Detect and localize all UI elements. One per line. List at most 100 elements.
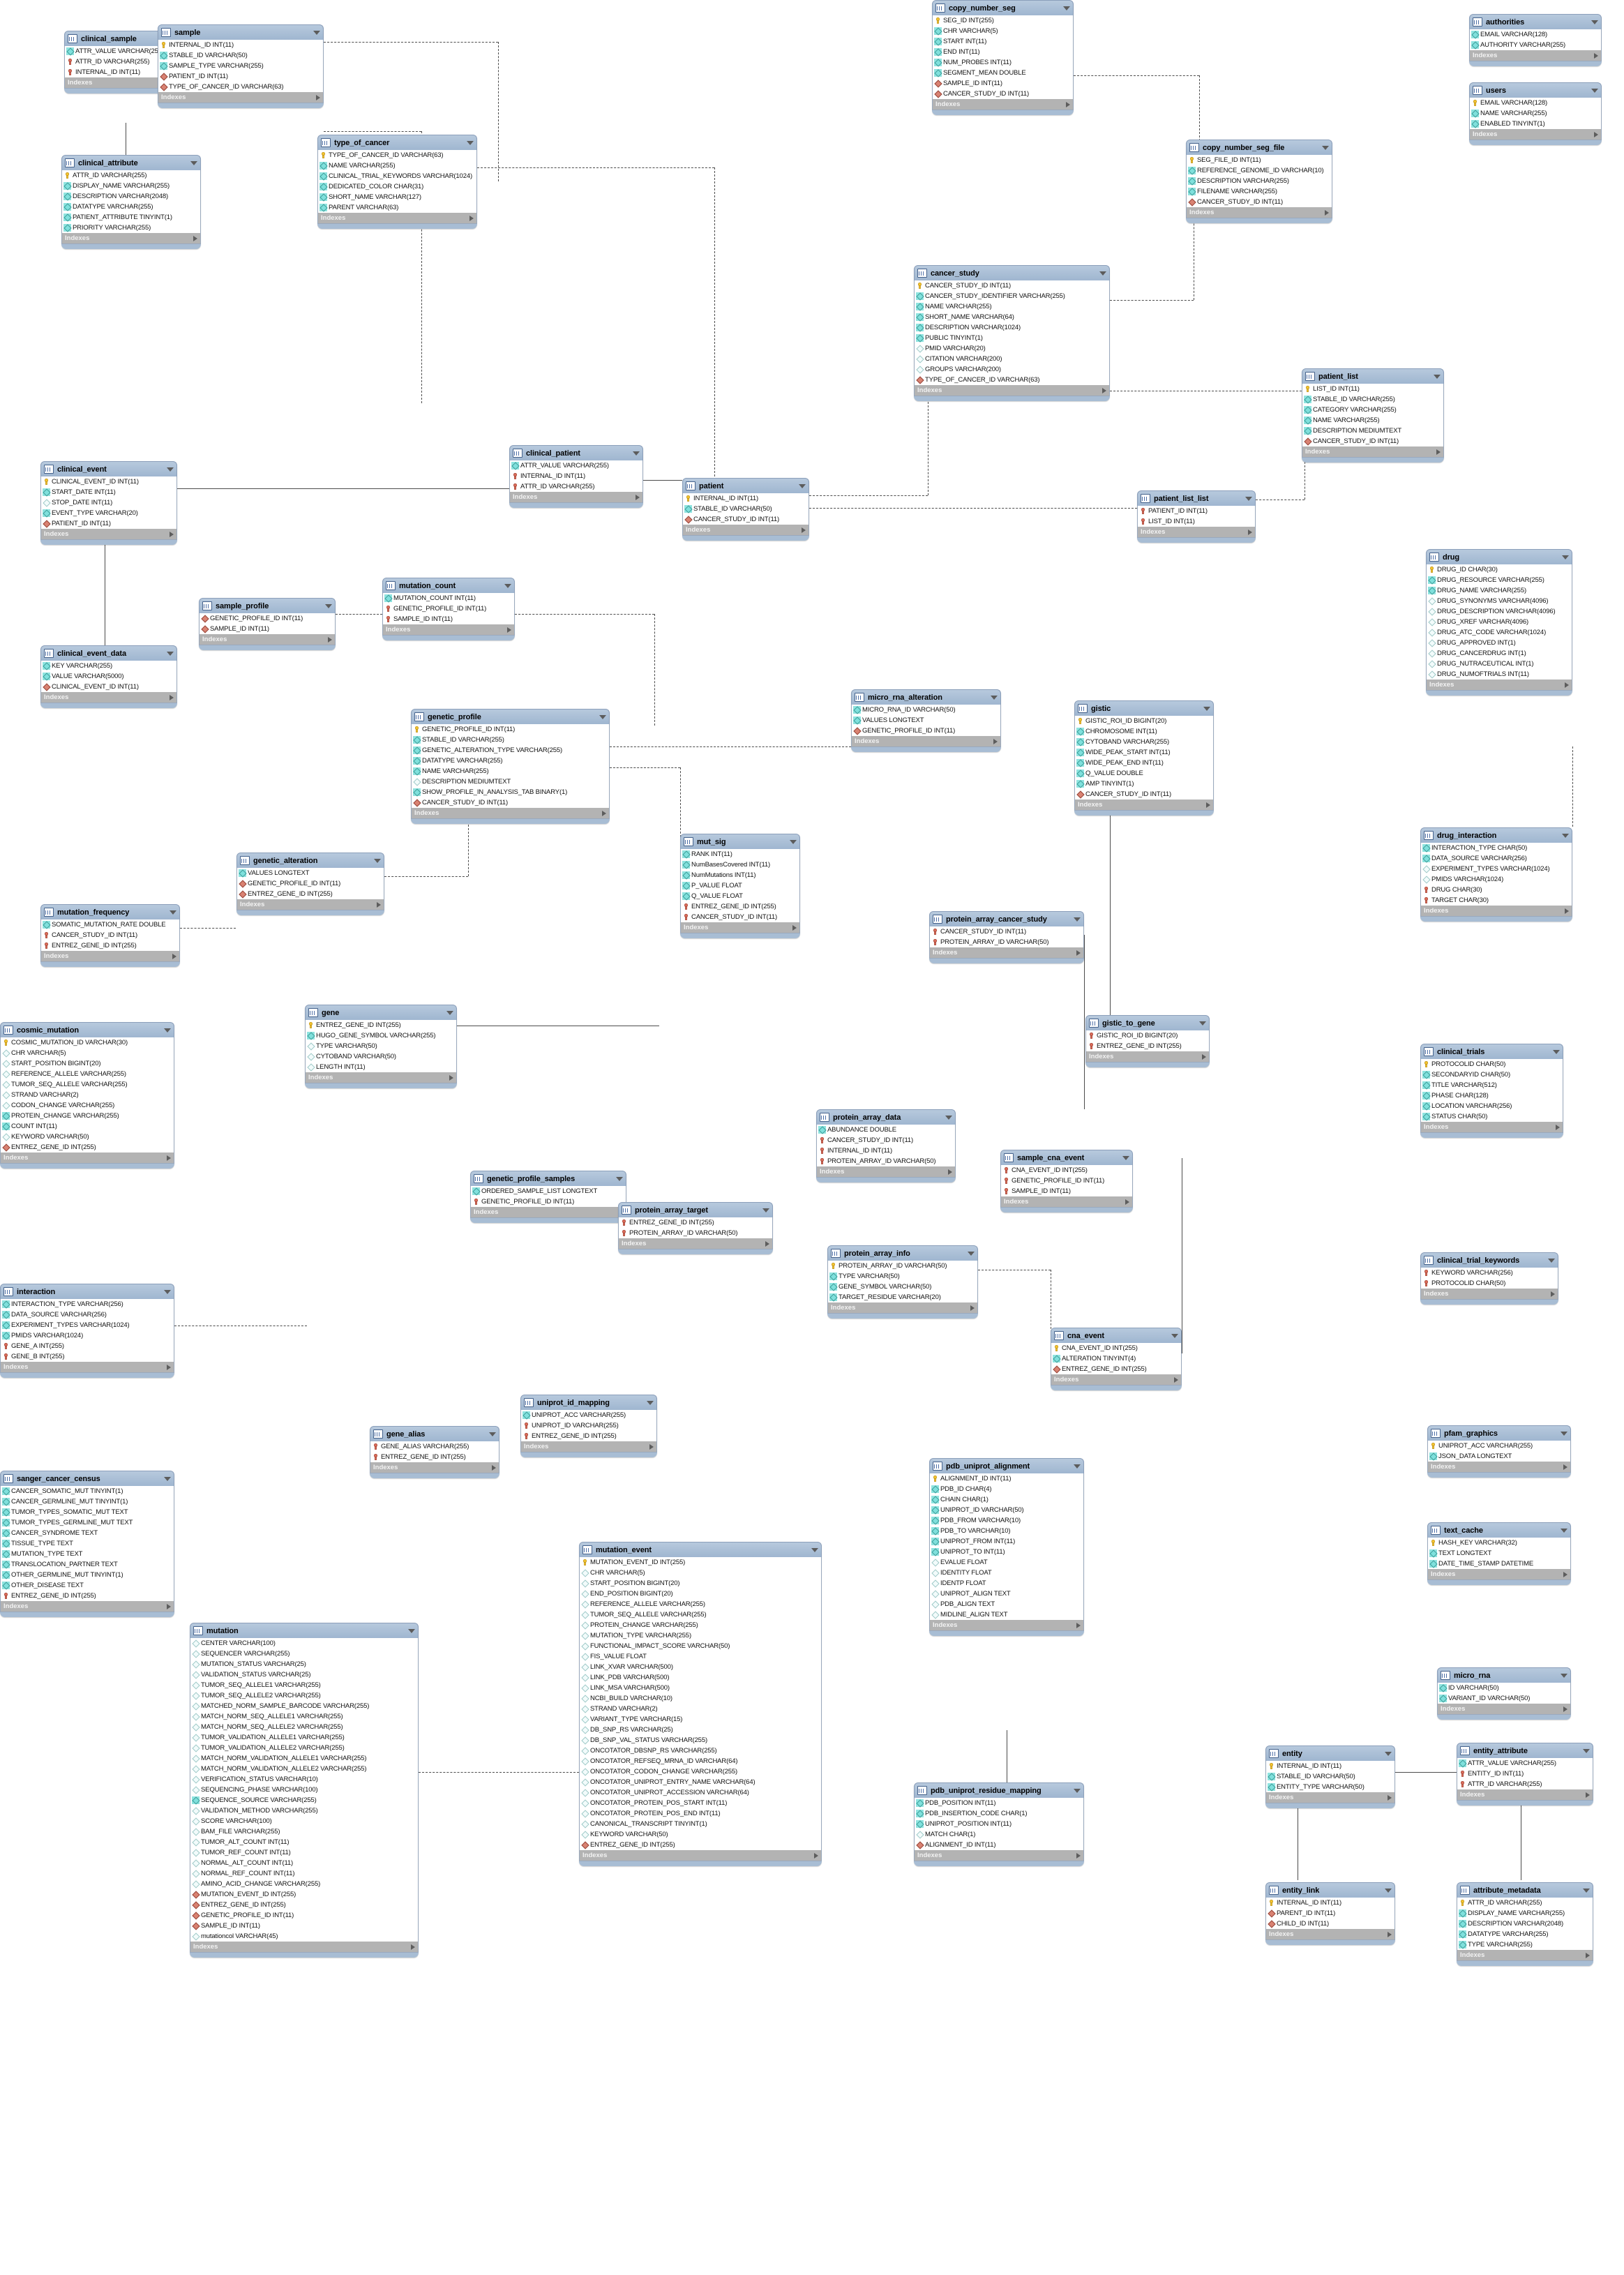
indexes-section[interactable]: Indexes — [520, 1441, 657, 1452]
table-column[interactable]: PRIORITY VARCHAR(255) — [62, 223, 200, 233]
table-column[interactable]: Q_VALUE DOUBLE — [1075, 768, 1213, 779]
table-header[interactable]: sample_profile — [199, 598, 336, 613]
table-column[interactable]: KEYWORD VARCHAR(50) — [1, 1132, 174, 1142]
indexes-section[interactable]: Indexes — [61, 233, 201, 244]
table-column[interactable]: ENABLED TINYINT(1) — [1470, 119, 1601, 129]
table-column[interactable]: VARIANT_ID VARCHAR(50) — [1438, 1693, 1570, 1704]
table-column[interactable]: ATTR_ID VARCHAR(255) — [510, 481, 642, 492]
chevron-down-icon[interactable] — [616, 1176, 623, 1181]
table-header[interactable]: users — [1469, 82, 1602, 98]
indexes-section[interactable]: Indexes — [618, 1238, 773, 1249]
expand-right-icon[interactable] — [328, 636, 332, 643]
table-header[interactable]: pdb_uniprot_residue_mapping — [914, 1782, 1084, 1798]
table-column[interactable]: INTERNAL_ID INT(11) — [1266, 1898, 1394, 1908]
table-header[interactable]: protein_array_info — [827, 1245, 978, 1261]
table-column[interactable]: ATTR_ID VARCHAR(255) — [1457, 1779, 1593, 1789]
table-header[interactable]: clinical_event — [40, 461, 177, 476]
table-column[interactable]: GENETIC_PROFILE_ID INT(11) — [412, 724, 609, 735]
table-column[interactable]: ENTITY_TYPE VARCHAR(50) — [1266, 1782, 1394, 1792]
table-column[interactable]: CANCER_STUDY_IDENTIFIER VARCHAR(255) — [915, 291, 1109, 301]
table-column[interactable]: MATCH_NORM_VALIDATION_ALLELE2 VARCHAR(25… — [190, 1764, 418, 1774]
chevron-down-icon[interactable] — [167, 651, 174, 656]
table-column[interactable]: CITATION VARCHAR(200) — [915, 354, 1109, 364]
table-column[interactable]: EXPERIMENT_TYPES VARCHAR(1024) — [1421, 864, 1572, 874]
table-column[interactable]: CHILD_ID INT(11) — [1266, 1919, 1394, 1929]
chevron-down-icon[interactable] — [762, 1208, 769, 1212]
indexes-section[interactable]: Indexes — [1457, 1950, 1593, 1961]
table-column[interactable]: ATTR_VALUE VARCHAR(255) — [510, 460, 642, 471]
table-column[interactable]: LINK_MSA VARCHAR(500) — [580, 1683, 821, 1693]
table-column[interactable]: ENTREZ_GENE_ID INT(255) — [370, 1452, 499, 1462]
chevron-down-icon[interactable] — [1063, 6, 1070, 10]
table-column[interactable]: MATCH_NORM_VALIDATION_ALLELE1 VARCHAR(25… — [190, 1753, 418, 1764]
expand-right-icon[interactable] — [814, 1852, 818, 1859]
indexes-section[interactable]: Indexes — [932, 99, 1074, 110]
table-column[interactable]: STATUS CHAR(50) — [1421, 1111, 1563, 1122]
table-header[interactable]: protein_array_cancer_study — [929, 911, 1084, 926]
table-column[interactable]: VALUE VARCHAR(5000) — [41, 671, 176, 682]
table-header[interactable]: genetic_profile — [411, 709, 610, 724]
expand-right-icon[interactable] — [1206, 802, 1210, 808]
table-column[interactable]: INTERACTION_TYPE VARCHAR(256) — [1, 1299, 174, 1309]
table-column[interactable]: MUTATION_STATUS VARCHAR(25) — [190, 1659, 418, 1669]
table-header[interactable]: uniprot_id_mapping — [520, 1395, 657, 1410]
table-column[interactable]: UNIPROT_ALIGN TEXT — [930, 1589, 1083, 1599]
table-column[interactable]: SAMPLE_ID INT(11) — [200, 624, 335, 634]
table-column[interactable]: DRUG_DESCRIPTION VARCHAR(4096) — [1427, 606, 1572, 617]
table-column[interactable]: CNA_EVENT_ID INT(255) — [1001, 1165, 1132, 1176]
indexes-section[interactable]: Indexes — [0, 1601, 174, 1612]
indexes-section[interactable]: Indexes — [1186, 207, 1332, 218]
table-column[interactable]: PATIENT_ID INT(11) — [41, 518, 176, 529]
table-column[interactable]: CANCER_STUDY_ID INT(11) — [817, 1135, 955, 1146]
chevron-down-icon[interactable] — [1074, 917, 1081, 922]
table-column[interactable]: TUMOR_ALT_COUNT INT(11) — [190, 1837, 418, 1847]
table-header[interactable]: text_cache — [1427, 1522, 1571, 1538]
indexes-section[interactable]: Indexes — [1051, 1374, 1182, 1386]
table-column[interactable]: TYPE VARCHAR(255) — [1457, 1939, 1593, 1950]
table-node[interactable]: copy_number_seg SEG_ID INT(255) CHR VARCHA… — [932, 0, 1074, 115]
table-column[interactable]: EVENT_TYPE VARCHAR(20) — [41, 508, 176, 518]
chevron-down-icon[interactable] — [164, 1476, 171, 1481]
table-node[interactable]: protein_array_data ABUNDANCE DOUBLE CANCER… — [816, 1109, 956, 1182]
table-column[interactable]: ATTR_ID VARCHAR(255) — [1457, 1898, 1593, 1908]
table-column[interactable]: TUMOR_SEQ_ALLELE VARCHAR(255) — [1, 1079, 174, 1090]
table-column[interactable]: PATIENT_ID INT(11) — [1138, 506, 1255, 516]
table-column[interactable]: CANCER_STUDY_ID INT(11) — [915, 280, 1109, 291]
table-node[interactable]: genetic_alteration VALUES LONGTEXT GENETIC… — [236, 853, 384, 915]
table-column[interactable]: KEY VARCHAR(255) — [41, 661, 176, 671]
table-column[interactable]: Q_VALUE FLOAT — [681, 891, 799, 901]
table-column[interactable]: DRUG_NAME VARCHAR(255) — [1427, 585, 1572, 596]
table-column[interactable]: GENE_ALIAS VARCHAR(255) — [370, 1441, 499, 1452]
table-column[interactable]: END_POSITION BIGINT(20) — [580, 1589, 821, 1599]
table-column[interactable]: VALIDATION_METHOD VARCHAR(255) — [190, 1805, 418, 1816]
indexes-section[interactable]: Indexes — [0, 1152, 174, 1164]
indexes-section[interactable]: Indexes — [382, 624, 515, 636]
table-node[interactable]: entity_attribute ATTR_VALUE VARCHAR(255) E… — [1457, 1743, 1593, 1805]
expand-right-icon[interactable] — [449, 1074, 453, 1081]
indexes-section[interactable]: Indexes — [1074, 799, 1214, 811]
chevron-down-icon[interactable] — [170, 910, 176, 915]
table-column[interactable]: DESCRIPTION VARCHAR(255) — [1187, 176, 1332, 186]
table-column[interactable]: CHR VARCHAR(5) — [580, 1568, 821, 1578]
table-column[interactable]: STABLE_ID VARCHAR(50) — [1266, 1771, 1394, 1782]
indexes-section[interactable]: Indexes — [1000, 1196, 1133, 1208]
table-column[interactable]: VERIFICATION_STATUS VARCHAR(10) — [190, 1774, 418, 1785]
table-column[interactable]: CHROMOSOME INT(11) — [1075, 726, 1213, 737]
indexes-section[interactable]: Indexes — [827, 1302, 978, 1314]
table-node[interactable]: gene ENTREZ_GENE_ID INT(255) HUGO_GENE_SYM… — [305, 1005, 457, 1088]
table-column[interactable]: SEG_FILE_ID INT(11) — [1187, 155, 1332, 165]
chevron-down-icon[interactable] — [1591, 20, 1598, 24]
table-column[interactable]: HUGO_GENE_SYMBOL VARCHAR(255) — [306, 1030, 456, 1041]
table-column[interactable]: SHOW_PROFILE_IN_ANALYSIS_TAB BINARY(1) — [412, 787, 609, 797]
table-column[interactable]: TUMOR_TYPES_GERMLINE_MUT TEXT — [1, 1517, 174, 1528]
table-header[interactable]: entity_attribute — [1457, 1743, 1593, 1758]
expand-right-icon[interactable] — [1076, 949, 1081, 956]
table-header[interactable]: entity_link — [1265, 1882, 1395, 1898]
indexes-section[interactable]: Indexes — [1302, 446, 1444, 458]
table-column[interactable]: WIDE_PEAK_START INT(11) — [1075, 747, 1213, 758]
table-header[interactable]: patient — [682, 478, 809, 493]
table-column[interactable]: COUNT INT(11) — [1, 1121, 174, 1132]
table-header[interactable]: clinical_patient — [509, 445, 643, 460]
table-column[interactable]: SEG_ID INT(255) — [933, 15, 1073, 26]
indexes-section[interactable]: Indexes — [305, 1072, 457, 1083]
